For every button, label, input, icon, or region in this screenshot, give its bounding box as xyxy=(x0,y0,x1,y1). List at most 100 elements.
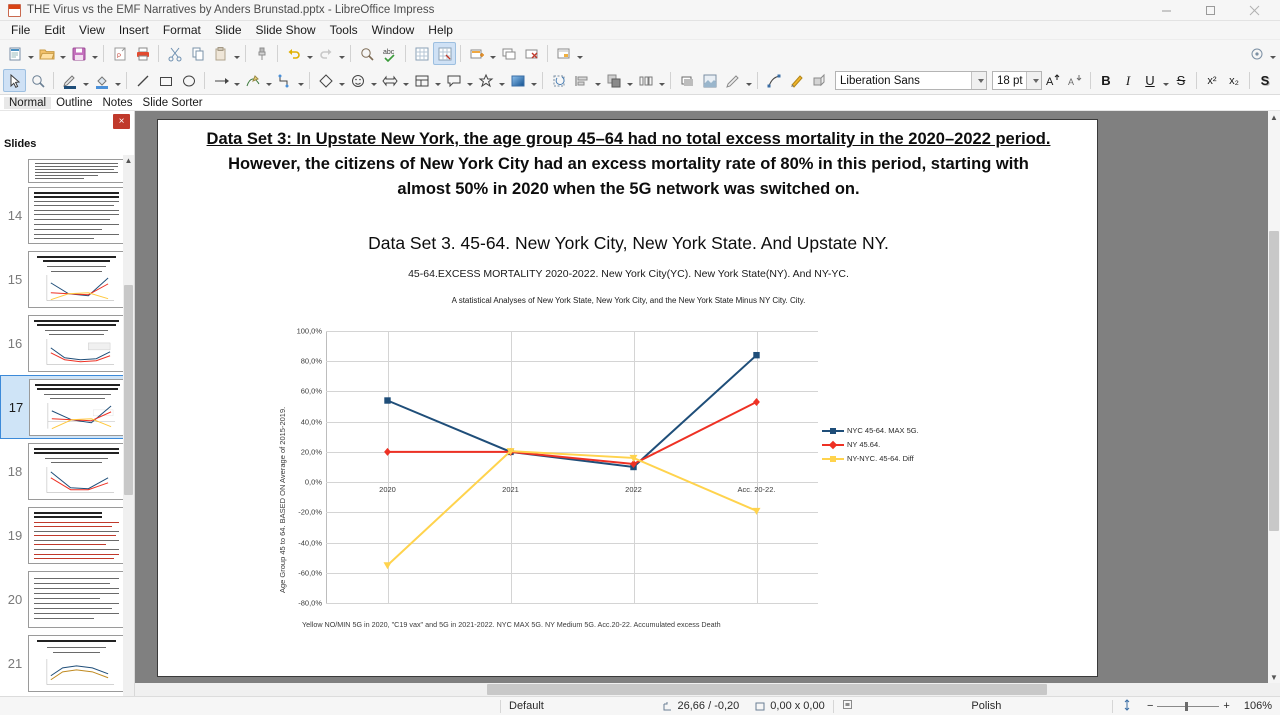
tab-outline[interactable]: Outline xyxy=(51,97,97,109)
new-document-icon[interactable] xyxy=(3,42,26,65)
slide-layout-icon[interactable] xyxy=(552,42,575,65)
spelling-icon[interactable]: abc xyxy=(378,42,401,65)
list-item[interactable]: 18 xyxy=(0,439,134,503)
flowchart-dropdown[interactable] xyxy=(433,69,442,92)
list-item[interactable]: 14 xyxy=(0,183,134,247)
list-item[interactable]: 19 xyxy=(0,503,134,567)
menu-file[interactable]: File xyxy=(4,22,37,38)
fill-color-icon[interactable] xyxy=(90,69,113,92)
scroll-up-icon[interactable]: ▲ xyxy=(123,155,134,166)
decrease-font-size-icon[interactable]: A xyxy=(1064,70,1086,92)
symbol-shapes-icon[interactable] xyxy=(346,69,369,92)
connector-dropdown[interactable] xyxy=(296,69,305,92)
zoom-track[interactable] xyxy=(1157,701,1220,711)
new-document-dropdown[interactable] xyxy=(26,42,35,65)
3d-objects-icon[interactable] xyxy=(506,69,529,92)
tab-notes[interactable]: Notes xyxy=(98,97,138,109)
slide-panel-scrollbar[interactable]: ▲ xyxy=(123,155,134,696)
3d-objects-dropdown[interactable] xyxy=(529,69,538,92)
underline-button[interactable]: U xyxy=(1139,70,1161,92)
editor-horizontal-scrollbar[interactable] xyxy=(135,683,1280,696)
callouts-dropdown[interactable] xyxy=(465,69,474,92)
line-color-icon[interactable] xyxy=(58,69,81,92)
arrange-icon[interactable] xyxy=(602,69,625,92)
slide-thumbnail[interactable] xyxy=(28,634,125,692)
zoom-knob[interactable] xyxy=(1185,701,1189,711)
display-grid-icon[interactable] xyxy=(410,42,433,65)
fill-color-dropdown[interactable] xyxy=(113,69,122,92)
redo-icon[interactable] xyxy=(314,42,337,65)
tab-normal[interactable]: Normal xyxy=(4,96,52,109)
slide-thumbnail[interactable] xyxy=(28,506,125,564)
list-item[interactable]: 15 xyxy=(0,247,134,311)
curve-tool-icon[interactable] xyxy=(241,69,264,92)
connector-icon[interactable] xyxy=(273,69,296,92)
menu-slide[interactable]: Slide xyxy=(208,22,249,38)
zoom-level-status[interactable]: 106% xyxy=(1236,700,1280,712)
scrollbar-thumb[interactable] xyxy=(487,684,1047,695)
scrollbar-thumb[interactable] xyxy=(124,285,133,495)
italic-button[interactable]: I xyxy=(1117,70,1139,92)
paste-icon[interactable] xyxy=(209,42,232,65)
slide-canvas[interactable]: Data Set 3: In Upstate New York, the age… xyxy=(157,119,1098,677)
export-pdf-icon[interactable]: P xyxy=(108,42,131,65)
delete-slide-icon[interactable] xyxy=(520,42,543,65)
find-replace-icon[interactable] xyxy=(355,42,378,65)
subscript-button[interactable]: x₂ xyxy=(1223,70,1245,92)
editor-vertical-scrollbar[interactable]: ▲ ▼ xyxy=(1268,111,1280,683)
list-item[interactable]: 16 xyxy=(0,311,134,375)
menu-tools[interactable]: Tools xyxy=(323,22,365,38)
chart-subheading[interactable]: A statistical Analyses of New York State… xyxy=(198,296,1059,305)
insert-rectangle-icon[interactable] xyxy=(154,69,177,92)
slide-subtitle[interactable]: Data Set 3. 45-64. New York City, New Yo… xyxy=(198,233,1059,254)
menu-slide-show[interactable]: Slide Show xyxy=(249,22,323,38)
snap-to-grid-icon[interactable] xyxy=(433,42,456,65)
scroll-down-icon[interactable]: ▼ xyxy=(1268,671,1280,683)
distribute-dropdown[interactable] xyxy=(657,69,666,92)
maximize-button[interactable] xyxy=(1188,0,1232,21)
increase-font-size-icon[interactable]: A xyxy=(1042,70,1064,92)
save-dropdown[interactable] xyxy=(90,42,99,65)
sidebar-item-slide-17[interactable]: 17 xyxy=(0,375,134,439)
slide-layout-status[interactable]: Default xyxy=(501,700,552,712)
font-name-dropdown-arrow[interactable] xyxy=(971,72,986,89)
shadow-icon[interactable] xyxy=(675,69,698,92)
bold-button[interactable]: B xyxy=(1095,70,1117,92)
line-color-dropdown[interactable] xyxy=(81,69,90,92)
page-title[interactable]: Data Set 3: In Upstate New York, the age… xyxy=(202,127,1055,202)
fit-slide-icon[interactable] xyxy=(1113,698,1141,714)
stars-icon[interactable] xyxy=(474,69,497,92)
slide-thumbnail[interactable] xyxy=(28,186,125,244)
crop-image-icon[interactable] xyxy=(698,69,721,92)
print-icon[interactable] xyxy=(131,42,154,65)
distribute-icon[interactable] xyxy=(634,69,657,92)
list-item[interactable]: 21 xyxy=(0,631,134,695)
callouts-icon[interactable] xyxy=(442,69,465,92)
outline-text-button[interactable]: A xyxy=(1276,70,1280,92)
excess-mortality-chart[interactable]: Age Group 45 to 64. BASED ON Average of … xyxy=(268,325,948,610)
slide-editor[interactable]: Data Set 3: In Upstate New York, the age… xyxy=(135,111,1280,696)
glue-points-icon[interactable] xyxy=(785,69,808,92)
align-icon[interactable] xyxy=(570,69,593,92)
list-item[interactable] xyxy=(0,155,134,183)
menu-help[interactable]: Help xyxy=(421,22,460,38)
menu-insert[interactable]: Insert xyxy=(112,22,156,38)
font-size-dropdown-arrow[interactable] xyxy=(1026,72,1041,89)
align-dropdown[interactable] xyxy=(593,69,602,92)
curve-tool-dropdown[interactable] xyxy=(264,69,273,92)
scrollbar-thumb[interactable] xyxy=(1269,231,1279,531)
slide-footnote[interactable]: Yellow NO/MIN 5G in 2020, "C19 vax" and … xyxy=(302,620,721,629)
shadow-text-button[interactable]: S xyxy=(1254,70,1276,92)
font-size-combobox[interactable]: 18 pt xyxy=(992,71,1042,90)
list-item[interactable]: 20 xyxy=(0,567,134,631)
undo-dropdown[interactable] xyxy=(305,42,314,65)
strikethrough-button[interactable]: S xyxy=(1170,70,1192,92)
zoom-slider[interactable]: − + xyxy=(1141,700,1236,712)
minimize-button[interactable] xyxy=(1144,0,1188,21)
filter-dropdown[interactable] xyxy=(744,69,753,92)
points-edit-icon[interactable] xyxy=(762,69,785,92)
chart-heading[interactable]: 45-64.EXCESS MORTALITY 2020-2022. New Yo… xyxy=(198,268,1059,280)
zoom-tool-icon[interactable] xyxy=(26,69,49,92)
insert-line-icon[interactable] xyxy=(131,69,154,92)
copy-icon[interactable] xyxy=(186,42,209,65)
